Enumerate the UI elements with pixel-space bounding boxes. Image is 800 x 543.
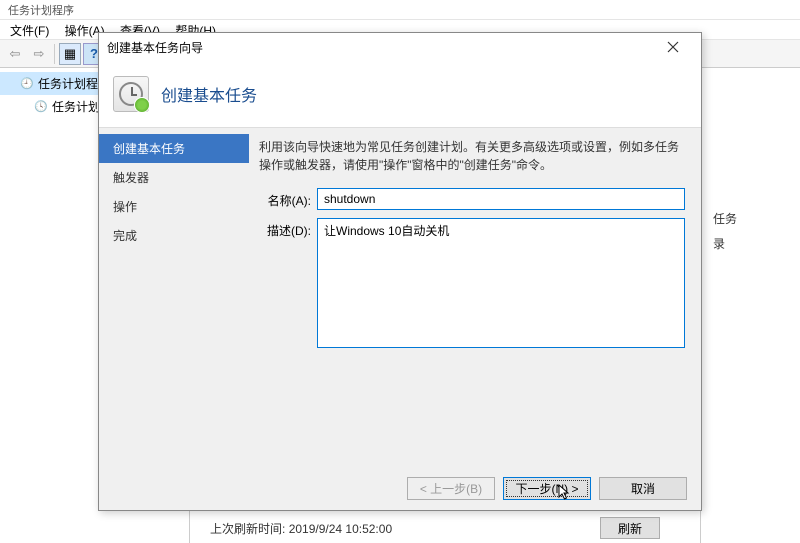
- refresh-button[interactable]: 刷新: [600, 517, 660, 539]
- last-refresh-label: 上次刷新时间:: [210, 522, 285, 536]
- dialog-button-bar: < 上一步(B) 下一步(N) > 取消: [99, 466, 701, 510]
- menu-file[interactable]: 文件(F): [4, 22, 55, 40]
- name-row: 名称(A):: [259, 188, 685, 210]
- step-create-basic-task[interactable]: 创建基本任务: [99, 134, 249, 163]
- next-button[interactable]: 下一步(N) >: [503, 477, 591, 500]
- step-trigger[interactable]: 触发器: [99, 163, 249, 192]
- step-action[interactable]: 操作: [99, 192, 249, 221]
- close-icon: [667, 41, 679, 53]
- dialog-titlebar[interactable]: 创建基本任务向导: [99, 33, 701, 61]
- description-label: 描述(D):: [259, 218, 317, 239]
- description-row: 描述(D):: [259, 218, 685, 348]
- dialog-header: 创建基本任务: [99, 61, 701, 127]
- last-refresh-value: 2019/9/24 10:52:00: [289, 522, 392, 536]
- close-button[interactable]: [653, 35, 693, 59]
- step-finish[interactable]: 完成: [99, 221, 249, 250]
- back-button: < 上一步(B): [407, 477, 495, 500]
- dialog-header-title: 创建基本任务: [161, 82, 257, 106]
- wizard-icon: [113, 76, 149, 112]
- dialog-title: 创建基本任务向导: [107, 39, 203, 56]
- clock-icon: 🕘: [20, 77, 34, 91]
- create-basic-task-wizard: 创建基本任务向导 创建基本任务 创建基本任务 触发器 操作 完成 利用该向导快速…: [98, 32, 702, 511]
- name-input[interactable]: [317, 188, 685, 210]
- name-label: 名称(A):: [259, 188, 317, 209]
- dialog-content: 创建基本任务 触发器 操作 完成 利用该向导快速地为常见任务创建计划。有关更多高…: [99, 127, 701, 466]
- action-item-2[interactable]: 录: [713, 231, 788, 256]
- status-bar: 上次刷新时间: 2019/9/24 10:52:00: [210, 520, 392, 537]
- toolbar-btn-1[interactable]: ▦: [59, 43, 81, 65]
- wizard-main: 利用该向导快速地为常见任务创建计划。有关更多高级选项或设置，例如多任务操作或触发…: [249, 128, 701, 466]
- toolbar-divider: [54, 44, 55, 64]
- wizard-steps: 创建基本任务 触发器 操作 完成: [99, 128, 249, 466]
- app-titlebar: 任务计划程序: [0, 0, 800, 20]
- actions-panel: 任务 录: [700, 68, 800, 543]
- wizard-intro: 利用该向导快速地为常见任务创建计划。有关更多高级选项或设置，例如多任务操作或触发…: [259, 138, 685, 174]
- description-input[interactable]: [317, 218, 685, 348]
- clock-icon: [119, 82, 143, 106]
- folder-icon: 🕓: [34, 100, 48, 114]
- nav-back-button[interactable]: ⇦: [4, 43, 26, 65]
- app-title: 任务计划程序: [8, 5, 74, 17]
- cancel-button[interactable]: 取消: [599, 477, 687, 500]
- action-item-1[interactable]: 任务: [713, 206, 788, 231]
- nav-forward-button[interactable]: ⇨: [28, 43, 50, 65]
